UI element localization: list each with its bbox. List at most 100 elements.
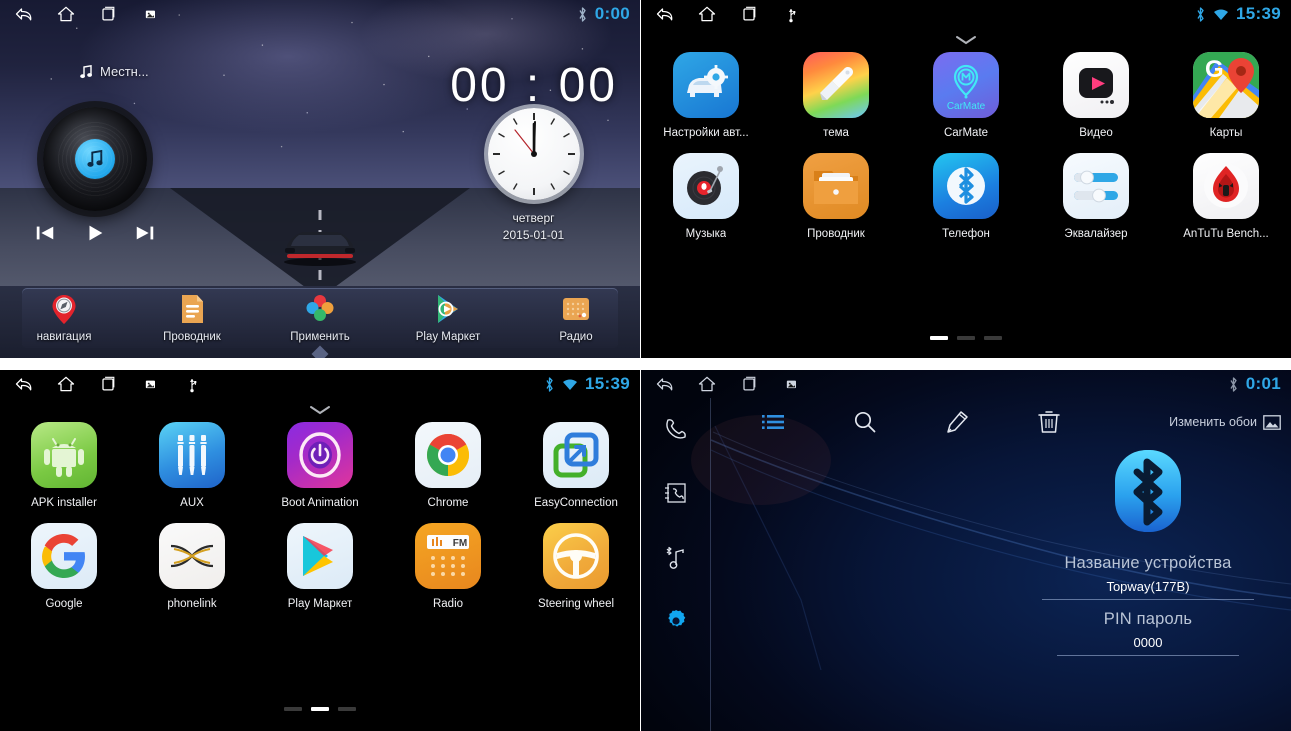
status-bar: 15:39 <box>0 370 640 398</box>
bluetooth-icon <box>1197 6 1204 22</box>
vinyl-record-widget[interactable] <box>43 107 147 211</box>
phonelink-icon <box>159 523 225 589</box>
status-indicators: 15:39 <box>544 374 630 394</box>
dock-item-file-manager[interactable]: Проводник <box>128 292 256 343</box>
settings-gear-icon[interactable] <box>663 608 689 634</box>
pin-value: 0000 <box>1057 629 1239 656</box>
app-label: Google <box>45 598 83 610</box>
dock-item-apply[interactable]: Применить <box>256 292 384 343</box>
list-icon[interactable] <box>760 409 786 435</box>
bluetooth-icon <box>579 6 586 22</box>
panel-gap-h <box>0 358 1291 370</box>
easyconnection-icon <box>543 422 609 488</box>
dock-item-play-store[interactable]: Play Маркет <box>384 292 512 343</box>
system-nav-buttons <box>655 374 801 394</box>
recents-icon[interactable] <box>739 4 759 24</box>
home-icon[interactable] <box>697 4 717 24</box>
chevron-down-icon[interactable] <box>309 404 331 416</box>
back-icon[interactable] <box>14 4 34 24</box>
equalizer-icon <box>1063 153 1129 219</box>
dock-item-navigation[interactable]: навигация <box>0 292 128 343</box>
video-player-icon <box>1063 52 1129 118</box>
recents-icon[interactable] <box>739 374 759 394</box>
bluetooth-toolbar: Изменить обои <box>727 404 1281 440</box>
next-track-button[interactable] <box>134 222 156 244</box>
chevron-down-icon[interactable] <box>955 34 977 46</box>
app-play-store[interactable]: Play Маркет <box>256 523 384 610</box>
music-source-label[interactable]: Местн... <box>80 64 149 79</box>
screenshot-icon[interactable] <box>140 374 160 394</box>
app-label: Видео <box>1079 127 1113 139</box>
app-phonelink[interactable]: phonelink <box>128 523 256 610</box>
page-dot-2[interactable] <box>311 707 329 711</box>
app-antutu[interactable]: AnTuTu Bench... <box>1161 153 1291 240</box>
car-home-screen: 0:00 Местн... 00 : 00 четверг 2015-01-01… <box>0 0 640 358</box>
app-phone[interactable]: Телефон <box>901 153 1031 240</box>
app-theme[interactable]: тема <box>771 52 901 139</box>
home-dock: навигация Проводник Применить Play Марке… <box>0 286 640 358</box>
app-video[interactable]: Видео <box>1031 52 1161 139</box>
page-dot-1[interactable] <box>284 707 302 711</box>
change-wallpaper-label: Изменить обои <box>1169 415 1257 429</box>
app-chrome[interactable]: Chrome <box>384 422 512 509</box>
app-label: Play Маркет <box>287 598 353 610</box>
back-icon[interactable] <box>655 4 675 24</box>
edit-pen-icon[interactable] <box>944 409 970 435</box>
app-boot-animation[interactable]: Boot Animation <box>256 422 384 509</box>
dock-item-radio[interactable]: Радио <box>512 292 640 343</box>
dock-items: навигация Проводник Применить Play Марке… <box>0 286 640 358</box>
status-bar: 15:39 <box>641 0 1291 28</box>
app-music[interactable]: Музыка <box>641 153 771 240</box>
prev-track-button[interactable] <box>34 222 56 244</box>
app-maps[interactable]: G Карты <box>1161 52 1291 139</box>
app-file-manager[interactable]: Проводник <box>771 153 901 240</box>
usb-icon[interactable] <box>781 4 801 24</box>
bluetooth-music-icon[interactable] <box>663 544 689 570</box>
app-steering-wheel[interactable]: Steering wheel <box>512 523 640 610</box>
music-source-text: Местн... <box>100 64 149 79</box>
car-settings-icon <box>673 52 739 118</box>
app-label: Boot Animation <box>281 497 359 509</box>
app-car-settings[interactable]: Настройки авт... <box>641 52 771 139</box>
home-icon[interactable] <box>697 374 717 394</box>
app-apk-installer[interactable]: APK installer <box>0 422 128 509</box>
app-label: Radio <box>432 598 464 610</box>
recents-icon[interactable] <box>98 374 118 394</box>
home-icon[interactable] <box>56 374 76 394</box>
screenshot-icon[interactable] <box>781 374 801 394</box>
apply-petals-icon <box>306 295 334 321</box>
app-label: phonelink <box>167 598 217 610</box>
home-icon[interactable] <box>56 4 76 24</box>
device-name-field[interactable]: Название устройства Topway(177B) <box>1042 554 1254 600</box>
trash-icon[interactable] <box>1036 409 1062 435</box>
toolbar-slot-edit <box>911 409 1003 435</box>
search-icon[interactable] <box>852 409 878 435</box>
dialpad-phone-icon[interactable] <box>663 416 689 442</box>
app-equalizer[interactable]: Эквалайзер <box>1031 153 1161 240</box>
app-radio[interactable]: FM Radio <box>384 523 512 610</box>
contacts-book-icon[interactable] <box>663 480 689 506</box>
app-carmate[interactable]: CarMate CarMate <box>901 52 1031 139</box>
app-easyconnection[interactable]: EasyConnection <box>512 422 640 509</box>
page-dot-1[interactable] <box>930 336 948 340</box>
play-button[interactable] <box>84 222 106 244</box>
recents-icon[interactable] <box>98 4 118 24</box>
app-label: Музыка <box>685 228 727 240</box>
pin-field[interactable]: PIN пароль 0000 <box>1057 610 1239 656</box>
power-ring-icon <box>287 422 353 488</box>
page-dot-2[interactable] <box>957 336 975 340</box>
page-dot-3[interactable] <box>984 336 1002 340</box>
app-aux[interactable]: AUX <box>128 422 256 509</box>
usb-icon[interactable] <box>182 374 202 394</box>
device-name-value: Topway(177B) <box>1042 573 1254 600</box>
weekday-text: четверг <box>512 211 555 225</box>
change-wallpaper-button[interactable]: Изменить обои <box>1169 414 1281 430</box>
back-icon[interactable] <box>655 374 675 394</box>
back-icon[interactable] <box>14 374 34 394</box>
app-google[interactable]: Google <box>0 523 128 610</box>
analog-clock-widget[interactable] <box>488 108 580 200</box>
screenshot-icon[interactable] <box>140 4 160 24</box>
svg-text:G: G <box>1205 56 1224 83</box>
status-bar: 0:01 <box>641 370 1291 398</box>
page-dot-3[interactable] <box>338 707 356 711</box>
